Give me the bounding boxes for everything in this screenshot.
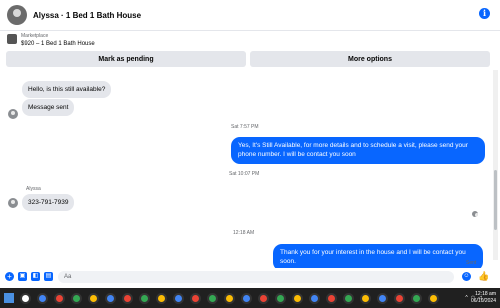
windows-taskbar: ^ ◠ ◁ 12:18 am 06/10/2024 — [0, 288, 500, 308]
add-icon[interactable]: + — [5, 272, 14, 281]
contact-avatar[interactable] — [7, 5, 27, 25]
taskbar-app-icon[interactable] — [190, 292, 201, 304]
taskbar-app-icon[interactable] — [139, 292, 150, 304]
chevron-up-icon[interactable]: ^ — [465, 295, 467, 301]
message-incoming: 323-791-7939 — [22, 194, 75, 212]
listing-price-title: $920 – 1 Bed 1 Bath House — [21, 41, 95, 47]
message-outgoing: Yes, It's Still Available, for more deta… — [231, 137, 485, 164]
timestamp: Sat 10:07 PM — [229, 171, 260, 177]
taskbar-app-icon[interactable] — [54, 292, 65, 304]
listing-actions: Mark as pending More options — [6, 51, 490, 67]
taskbar-app-icon[interactable] — [173, 292, 184, 304]
taskbar-app-icon[interactable] — [207, 292, 218, 304]
listing-source: Marketplace — [21, 33, 49, 39]
listing-thumbnail — [7, 34, 17, 44]
taskbar-app-icon[interactable] — [394, 292, 405, 304]
message-input[interactable]: Aa — [58, 271, 454, 283]
taskbar-app-icon[interactable] — [411, 292, 422, 304]
clock-date: 06/10/2024 — [470, 298, 496, 304]
message-outgoing: Thank you for your interest in the house… — [273, 244, 483, 268]
timestamp: 12:18 AM — [233, 230, 255, 236]
info-icon[interactable]: i — [479, 8, 490, 19]
taskbar-app-icon[interactable] — [360, 292, 371, 304]
start-icon[interactable] — [4, 293, 14, 303]
listing-summary[interactable]: Marketplace $920 – 1 Bed 1 Bath House — [0, 31, 500, 50]
sticker-icon[interactable]: ◧ — [31, 272, 40, 281]
taskbar-app-icon[interactable] — [258, 292, 269, 304]
taskbar-app-icon[interactable] — [20, 292, 31, 304]
message-incoming: Hello, is this still available? — [22, 81, 112, 99]
contact-avatar-small — [8, 109, 18, 119]
message-thread: Hello, is this still available? Message … — [0, 68, 488, 268]
gallery-icon[interactable]: ▣ — [18, 272, 27, 281]
more-options-button[interactable]: More options — [250, 51, 490, 67]
message-composer: + ▣ ◧ ▤ Aa ☺ 👍 — [0, 268, 500, 287]
taskbar-app-icon[interactable] — [122, 292, 133, 304]
sender-name: Alyssa — [26, 186, 41, 192]
contact-avatar-small — [8, 198, 18, 208]
scrollbar-thumb[interactable] — [494, 170, 497, 230]
taskbar-app-icon[interactable] — [428, 292, 439, 304]
taskbar-app-icon[interactable] — [156, 292, 167, 304]
clock-time: 12:18 am — [475, 291, 496, 297]
taskbar-app-icon[interactable] — [37, 292, 48, 304]
taskbar-app-icon[interactable] — [241, 292, 252, 304]
message-incoming: Message sent — [22, 99, 75, 117]
scrollbar-track[interactable] — [493, 70, 498, 260]
taskbar-app-icon[interactable] — [105, 292, 116, 304]
taskbar-app-icon[interactable] — [292, 292, 303, 304]
taskbar-app-icon[interactable] — [224, 292, 235, 304]
thumbs-up-icon[interactable]: 👍 — [478, 271, 489, 282]
taskbar-clock[interactable]: 12:18 am 06/10/2024 — [471, 291, 496, 305]
taskbar-app-icon[interactable] — [275, 292, 286, 304]
read-receipt-avatar — [472, 211, 478, 217]
gif-icon[interactable]: ▤ — [44, 272, 53, 281]
emoji-icon[interactable]: ☺ — [462, 272, 471, 281]
taskbar-app-icon[interactable] — [377, 292, 388, 304]
taskbar-app-icon[interactable] — [343, 292, 354, 304]
message-status: Sent — [466, 260, 477, 266]
taskbar-apps — [14, 292, 439, 304]
taskbar-app-icon[interactable] — [88, 292, 99, 304]
conversation-header: Alyssa · 1 Bed 1 Bath House i — [0, 0, 500, 31]
conversation-title[interactable]: Alyssa · 1 Bed 1 Bath House — [33, 11, 141, 20]
taskbar-app-icon[interactable] — [326, 292, 337, 304]
taskbar-app-icon[interactable] — [309, 292, 320, 304]
mark-as-pending-button[interactable]: Mark as pending — [6, 51, 246, 67]
timestamp: Sat 7:57 PM — [231, 124, 259, 130]
taskbar-app-icon[interactable] — [71, 292, 82, 304]
